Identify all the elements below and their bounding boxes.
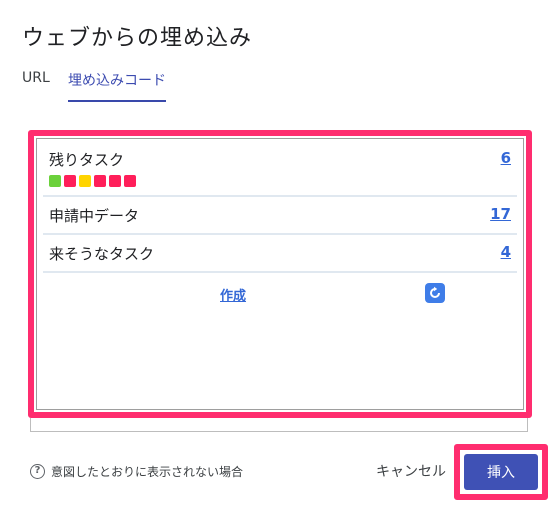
tab-embed-code[interactable]: 埋め込みコード <box>68 64 166 102</box>
tab-url[interactable]: URL <box>22 64 68 102</box>
status-swatch <box>64 175 76 187</box>
create-row: 作成 <box>43 273 517 313</box>
row-count-link[interactable]: 4 <box>501 243 511 261</box>
task-row-upcoming: 来そうなタスク 4 <box>43 235 517 273</box>
dialog-title: ウェブからの埋め込み <box>22 26 253 51</box>
help-text: 意図したとおりに表示されない場合 <box>51 465 244 479</box>
row-label: 来そうなタスク <box>49 245 155 263</box>
row-count-link[interactable]: 17 <box>490 205 511 223</box>
question-circle-icon: ? <box>30 464 45 479</box>
embed-preview-highlight: 残りタスク 6 申請中データ 17 来そうなタスク 4 作成 <box>28 130 532 418</box>
status-swatch <box>49 175 61 187</box>
cancel-button[interactable]: キャンセル <box>368 456 454 486</box>
status-swatch <box>79 175 91 187</box>
insert-button-highlight: 挿入 <box>454 444 548 500</box>
status-swatch <box>109 175 121 187</box>
row-count-link[interactable]: 6 <box>501 149 511 167</box>
insert-button[interactable]: 挿入 <box>464 454 538 490</box>
status-swatch <box>94 175 106 187</box>
help-link[interactable]: ? 意図したとおりに表示されない場合 <box>30 463 243 480</box>
row-label: 申請中データ <box>49 207 140 225</box>
row-label: 残りタスク <box>49 151 125 169</box>
embed-preview: 残りタスク 6 申請中データ 17 来そうなタスク 4 作成 <box>36 138 524 410</box>
status-swatch <box>124 175 136 187</box>
status-swatches <box>49 175 136 187</box>
embed-scroll-area <box>30 418 528 432</box>
task-row-remaining: 残りタスク 6 <box>43 139 517 197</box>
create-link[interactable]: 作成 <box>220 285 246 304</box>
tab-bar: URL 埋め込みコード <box>22 64 166 102</box>
refresh-icon[interactable] <box>425 283 445 303</box>
task-row-pending: 申請中データ 17 <box>43 197 517 235</box>
